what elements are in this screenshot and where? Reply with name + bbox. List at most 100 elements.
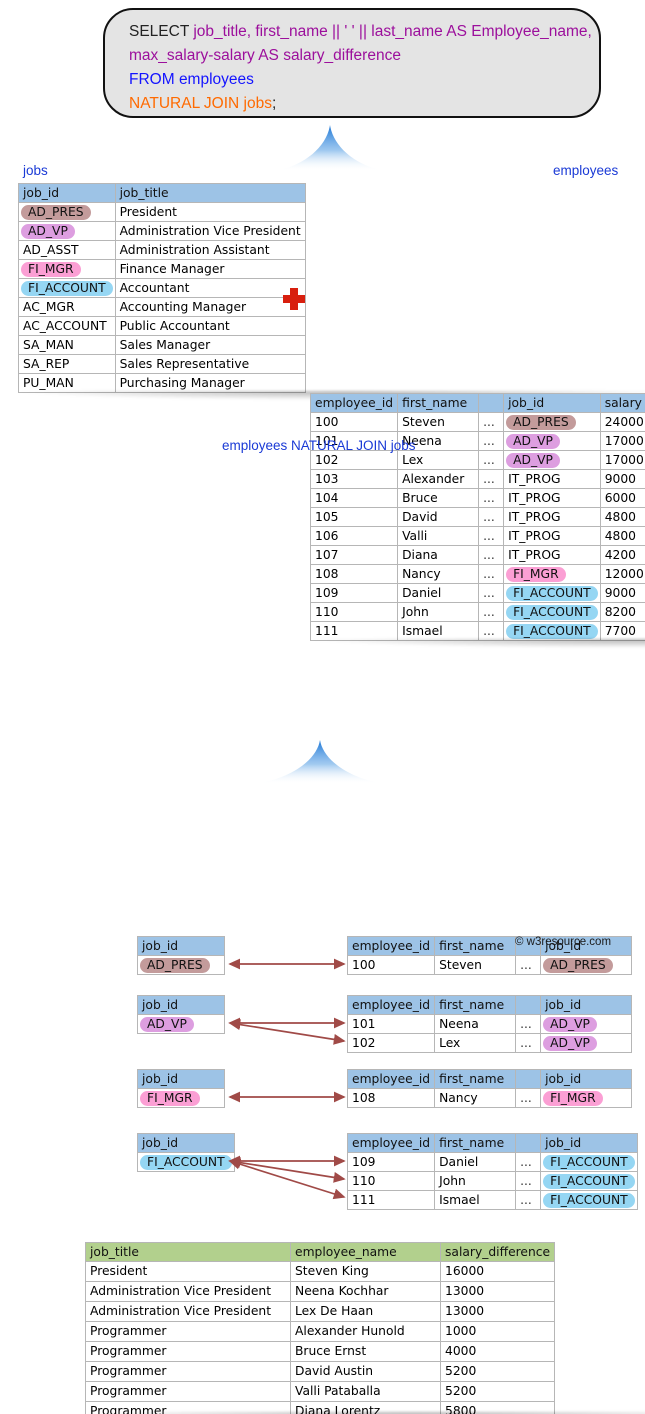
join-right-table-container: employee_idfirst_name job_id101Neena...AD…	[347, 995, 632, 1053]
join-left-table: job_idFI_ACCOUNT	[137, 1133, 235, 1172]
table-row: ProgrammerDiana Lorentz5800	[86, 1402, 555, 1414]
jobs-cell-job-title: Accounting Manager	[115, 298, 305, 317]
jobs-table-container: job_id job_title AD_PRESPresidentAD_VPAd…	[18, 183, 645, 393]
join-right-cell-job-id: FI_ACCOUNT	[541, 1153, 638, 1172]
job-id-pill: AD_PRES	[506, 415, 576, 430]
join-left-cell-job-id: FI_MGR	[138, 1089, 225, 1108]
sql-from-table: employees	[179, 71, 254, 88]
result-cell-salary-difference: 13000	[441, 1282, 555, 1302]
jobs-cell-job-title: Administration Vice President	[115, 222, 305, 241]
join-arrow-line	[230, 1161, 344, 1179]
join-right-header-job-id: job_id	[541, 996, 632, 1015]
jobs-cell-job-title: President	[115, 203, 305, 222]
join-right-cell-first-name: Neena	[435, 1015, 516, 1034]
join-arrow-line	[230, 1161, 344, 1197]
employees-cell-ellipsis: ...	[479, 432, 504, 451]
table-row: PU_MANPurchasing Manager	[19, 374, 306, 393]
job-id-pill: AD_PRES	[21, 205, 91, 220]
jobs-table: job_id job_title AD_PRESPresidentAD_VPAd…	[18, 183, 306, 393]
join-left-cell-job-id: FI_ACCOUNT	[138, 1153, 235, 1172]
jobs-cell-job-id: AD_PRES	[19, 203, 116, 222]
sql-line-1: SELECT job_title, first_name || ' ' || l…	[129, 20, 579, 44]
join-arrows	[228, 1155, 348, 1206]
join-left-table: job_id FI_MGR	[137, 1069, 225, 1108]
watermark: © w3resource.com	[515, 936, 611, 948]
result-cell-job-title: Programmer	[86, 1322, 291, 1342]
join-left-header-row: job_id	[138, 1070, 225, 1089]
join-right-cell-ellipsis: ...	[516, 1153, 541, 1172]
job-id-pill: FI_MGR	[140, 1091, 200, 1106]
join-left-cell-job-id: AD_VP	[138, 1015, 225, 1034]
join-right-table-container: employee_idfirst_namejob_id108Nancy...FI…	[347, 1069, 632, 1108]
result-cell-job-title: Programmer	[86, 1382, 291, 1402]
join-left-cell-job-id: AD_PRES	[138, 956, 225, 975]
sql-keyword-natural-join: NATURAL JOIN	[129, 95, 244, 112]
table-row: 102Lex...AD_VP17000	[311, 451, 645, 470]
join-right-cell-employee-id: 108	[348, 1089, 435, 1108]
employees-table-header-row: employee_id first_name job_id salary	[311, 394, 645, 413]
join-right-header-row: employee_idfirst_namejob_id	[348, 1070, 632, 1089]
sql-select-columns-2: max_salary-salary AS salary_difference	[129, 47, 401, 64]
table-row: 101Neena...AD_VP	[348, 1015, 632, 1034]
jobs-header-job-title: job_title	[115, 184, 305, 203]
join-right-cell-first-name: John	[435, 1172, 516, 1191]
jobs-cell-job-title: Sales Representative	[115, 355, 305, 374]
result-cell-job-title: Administration Vice President	[86, 1282, 291, 1302]
sql-semicolon: ;	[272, 95, 276, 112]
join-right-table: employee_idfirst_name job_id101Neena...AD…	[347, 995, 632, 1053]
employees-cell-salary: 24000	[600, 413, 645, 432]
join-right-cell-employee-id: 109	[348, 1153, 435, 1172]
table-row: AD_VP	[138, 1015, 225, 1034]
result-cell-employee-name: David Austin	[291, 1362, 441, 1382]
join-right-table-container: employee_idfirst_namejob_id109Daniel...F…	[347, 1133, 638, 1210]
join-right-header-employee-id: employee_id	[348, 1070, 435, 1089]
jobs-cell-job-id: SA_MAN	[19, 336, 116, 355]
join-right-cell-ellipsis: ...	[516, 1089, 541, 1108]
result-table-container: job_title employee_name salary_differenc…	[85, 1242, 645, 1414]
plus-icon	[283, 288, 305, 310]
join-right-cell-job-id: FI_ACCOUNT	[541, 1172, 638, 1191]
sql-keyword-select: SELECT	[129, 23, 193, 40]
result-cell-salary-difference: 16000	[441, 1262, 555, 1282]
table-row: 100Steven...AD_PRES	[348, 956, 632, 975]
job-id-pill: FI_ACCOUNT	[543, 1193, 635, 1208]
join-arrows	[228, 1091, 348, 1106]
join-right-header-row: employee_idfirst_name job_id	[348, 996, 632, 1015]
table-row: AC_MGRAccounting Manager	[19, 298, 306, 317]
join-right-table: employee_idfirst_namejob_id108Nancy...FI…	[347, 1069, 632, 1108]
job-id-pill: AD_VP	[506, 453, 560, 468]
result-table-header-row: job_title employee_name salary_differenc…	[86, 1243, 555, 1262]
result-cell-job-title: President	[86, 1262, 291, 1282]
result-cell-job-title: Administration Vice President	[86, 1302, 291, 1322]
funnel-up-icon-bottom	[255, 740, 385, 786]
result-cell-salary-difference: 1000	[441, 1322, 555, 1342]
table-row: FI_ACCOUNT	[138, 1153, 235, 1172]
join-right-header-first-name: first_name	[435, 996, 516, 1015]
job-id-pill: AD_PRES	[140, 958, 210, 973]
join-right-header-ellipsis	[516, 996, 541, 1015]
join-arrow-line	[230, 1023, 344, 1041]
join-right-cell-job-id: AD_PRES	[541, 956, 632, 975]
employees-cell-ellipsis: ...	[479, 451, 504, 470]
sql-keyword-from: FROM	[129, 71, 179, 88]
table-row: AC_ACCOUNTPublic Accountant	[19, 317, 306, 336]
job-id-pill: AD_PRES	[543, 958, 613, 973]
result-cell-employee-name: Diana Lorentz	[291, 1402, 441, 1414]
table-row: AD_VPAdministration Vice President	[19, 222, 306, 241]
sql-line-2: max_salary-salary AS salary_difference	[129, 44, 579, 68]
employees-header-ellipsis	[479, 394, 504, 413]
table-row: 100Steven...AD_PRES24000	[311, 413, 645, 432]
join-left-header-job-id: job_id	[138, 996, 225, 1015]
join-arrows	[228, 958, 348, 973]
job-id-pill: AD_VP	[543, 1036, 597, 1051]
table-row: SA_MANSales Manager	[19, 336, 306, 355]
join-right-header-employee-id: employee_id	[348, 996, 435, 1015]
join-left-header-row: job_id	[138, 1134, 235, 1153]
join-right-cell-job-id: AD_VP	[541, 1015, 632, 1034]
join-arrows	[228, 1017, 348, 1050]
join-right-cell-employee-id: 101	[348, 1015, 435, 1034]
sql-line-3: FROM employees	[129, 68, 579, 92]
join-right-cell-ellipsis: ...	[516, 1172, 541, 1191]
jobs-cell-job-id: AC_ACCOUNT	[19, 317, 116, 336]
join-left-table: job_idAD_PRES	[137, 936, 225, 975]
